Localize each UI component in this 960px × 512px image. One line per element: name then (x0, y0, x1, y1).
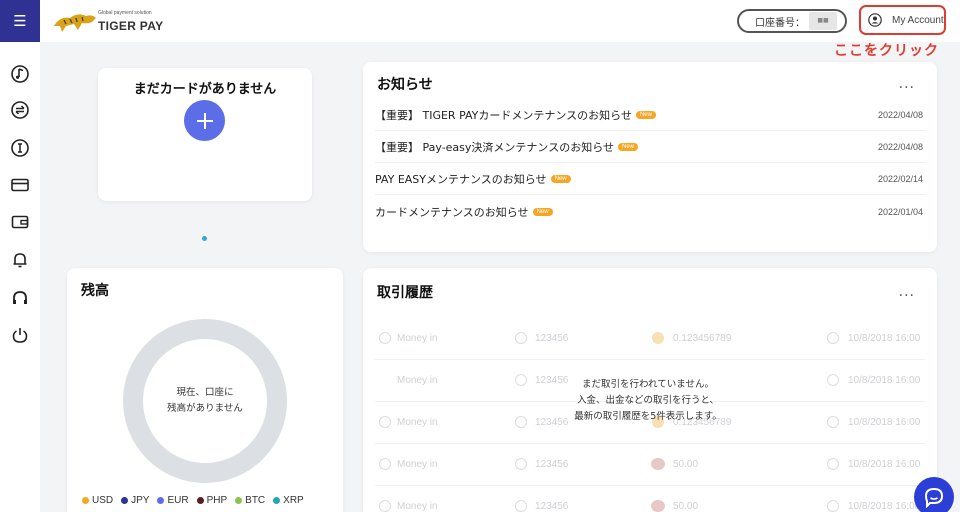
history-title: 取引履歴 (377, 285, 433, 301)
clock-icon (827, 500, 839, 512)
tiger-logo-icon (54, 14, 96, 32)
news-item-text: 【重要】 TIGER PAYカードメンテナンスのお知らせ (375, 109, 632, 122)
user-icon (515, 374, 527, 386)
legend-item-xrp: XRP (273, 495, 304, 506)
news-item[interactable]: 【重要】 TIGER PAYカードメンテナンスのお知らせ New 2022/04… (375, 100, 925, 131)
legend-item-php: PHP (196, 495, 227, 506)
balance-title: 残高 (81, 283, 109, 299)
add-card-button[interactable] (184, 100, 225, 141)
flag-icon (651, 458, 665, 470)
legend-item-usd: USD (82, 495, 113, 506)
balance-panel: 残高 現在、口座に 残高がありません USD JPY EUR PHP BTC X… (67, 268, 343, 512)
logo-name: TIGER PAY (98, 19, 164, 33)
clock-icon (827, 374, 839, 386)
news-title: お知らせ (377, 77, 433, 93)
legend-item-btc: BTC (235, 495, 265, 506)
new-badge: New (635, 111, 656, 119)
history-empty-line1: まだ取引を行われていません。 (582, 379, 714, 390)
user-icon (515, 332, 527, 344)
history-more-button[interactable]: ... (899, 284, 915, 300)
top-bar: ☰ Global payment solution TIGER PAY 口座番号… (0, 0, 960, 42)
news-item[interactable]: カードメンテナンスのお知らせ New 2022/01/04 (375, 196, 925, 227)
news-item[interactable]: 【重要】 Pay-easy決済メンテナンスのお知らせ New 2022/04/0… (375, 132, 925, 163)
user-circle-icon (868, 13, 882, 27)
news-item[interactable]: PAY EASYメンテナンスのお知らせ New 2022/02/14 (375, 164, 925, 195)
placeholder-row: Money in 123456 50.00 10/8/2018 16:00 (375, 488, 925, 512)
info-icon (379, 500, 391, 512)
hamburger-icon[interactable]: ☰ (0, 0, 40, 42)
music-note-circle-icon[interactable] (10, 64, 30, 84)
balance-empty-line2: 残高がありません (167, 403, 243, 414)
info-icon (379, 458, 391, 470)
news-item-date: 2022/04/08 (877, 110, 923, 120)
account-number-label: 口座番号： (755, 17, 805, 29)
legend-item-eur: EUR (157, 495, 189, 506)
clock-icon (827, 458, 839, 470)
click-here-annotation: ここをクリック (834, 43, 939, 59)
wallet-icon[interactable] (10, 212, 30, 232)
legend-item-jpy: JPY (121, 495, 149, 506)
logo-tagline: Global payment solution (98, 10, 152, 16)
balance-empty-line1: 現在、口座に (176, 387, 234, 398)
my-account-label: My Account (892, 14, 944, 26)
news-item-date: 2022/01/04 (877, 206, 923, 217)
transaction-history-panel: 取引履歴 ... Money in 123456 0.123456789 10/… (363, 268, 937, 512)
history-empty-line3: 最新の取引履歴を5件表示します。 (574, 411, 722, 422)
card-panel: まだカードがありません (98, 68, 312, 201)
account-number-pill[interactable]: 口座番号： ■■ (737, 9, 847, 33)
news-item-date: 2022/02/14 (877, 174, 923, 184)
new-badge: New (617, 143, 638, 151)
chat-bubble-icon (924, 487, 944, 508)
news-item-date: 2022/04/08 (877, 142, 923, 152)
clock-icon (827, 416, 839, 428)
flag-icon (651, 500, 665, 512)
info-icon (379, 416, 391, 428)
credit-card-icon[interactable] (10, 175, 30, 195)
placeholder-row: Money in 123456 50.00 10/8/2018 16:00 (375, 446, 925, 486)
news-panel: お知らせ ... 【重要】 TIGER PAYカードメンテナンスのお知らせ Ne… (363, 62, 937, 252)
news-item-text: カードメンテナンスのお知らせ (375, 205, 529, 219)
news-more-button[interactable]: ... (899, 76, 915, 92)
account-number-value: ■■ (809, 12, 837, 30)
user-icon (515, 458, 527, 470)
bell-icon[interactable] (10, 250, 30, 270)
history-empty-message: まだ取引を行われていません。 入金、出金などの取引を行うと、 最新の取引履歴を5… (548, 377, 748, 425)
power-icon[interactable] (10, 325, 30, 345)
news-item-text: 【重要】 Pay-easy決済メンテナンスのお知らせ (375, 141, 614, 154)
user-icon (515, 500, 527, 512)
info-icon (379, 332, 391, 344)
sidebar (0, 42, 40, 512)
new-badge: New (550, 175, 571, 183)
currency-legend: USD JPY EUR PHP BTC XRP (82, 495, 304, 506)
no-card-title: まだカードがありません (133, 82, 277, 97)
exchange-circle-icon[interactable] (10, 100, 30, 120)
placeholder-row: Money in 123456 0.123456789 10/8/2018 16… (375, 320, 925, 360)
balance-empty-message: 現在、口座に 残高がありません (167, 385, 243, 417)
plus-icon (196, 112, 213, 129)
info-circle-icon[interactable] (10, 138, 30, 158)
carousel-indicator[interactable] (202, 236, 207, 241)
balance-donut-chart: 現在、口座に 残高がありません (123, 319, 287, 483)
my-account-button[interactable]: My Account (859, 5, 946, 35)
clock-icon (827, 332, 839, 344)
chat-button[interactable] (914, 477, 954, 512)
user-icon (515, 416, 527, 428)
headset-icon[interactable] (10, 288, 30, 308)
news-item-text: PAY EASYメンテナンスのお知らせ (375, 173, 547, 186)
new-badge: New (532, 207, 553, 216)
history-empty-line2: 入金、出金などの取引を行うと、 (576, 395, 720, 406)
coin-icon (652, 332, 664, 344)
